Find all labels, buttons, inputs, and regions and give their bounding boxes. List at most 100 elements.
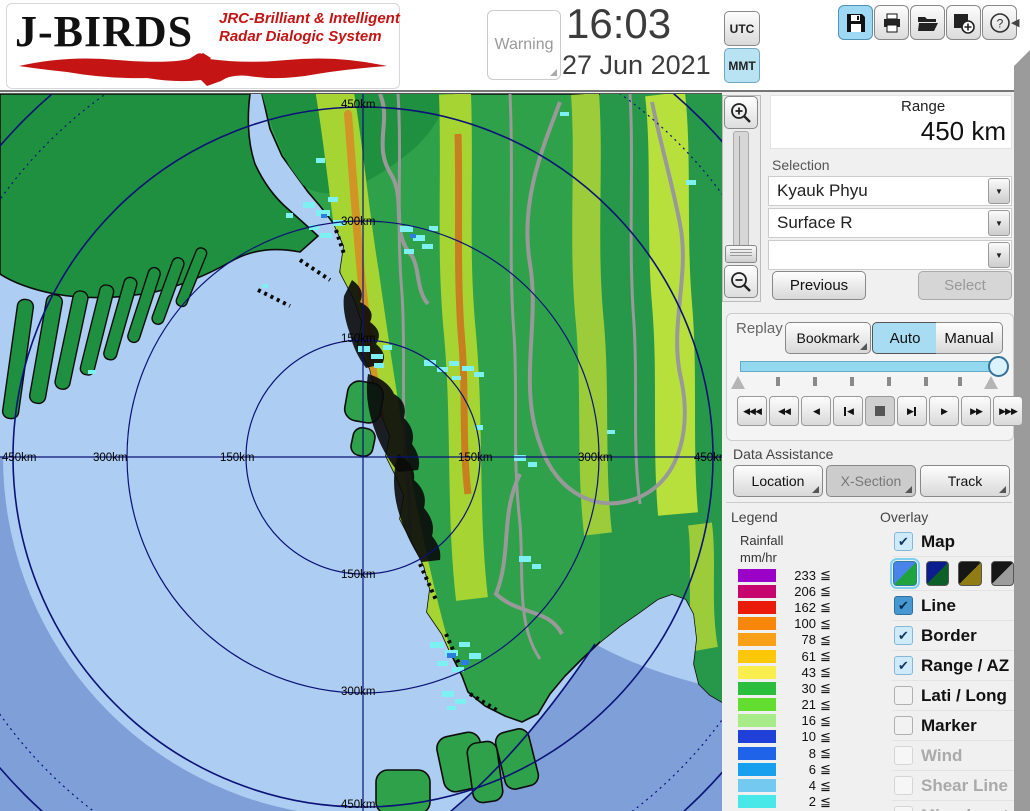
track-button[interactable]: Track bbox=[920, 465, 1010, 497]
overlay-row-map[interactable]: ✔Map bbox=[892, 527, 1014, 557]
svg-text:150km: 150km bbox=[220, 452, 255, 464]
legend-value: 6 bbox=[782, 762, 816, 777]
option-dropdown[interactable]: ▼ bbox=[768, 240, 1012, 270]
zoom-in-button[interactable] bbox=[724, 96, 758, 129]
checkbox-icon[interactable] bbox=[894, 776, 913, 795]
svg-text:300km: 300km bbox=[341, 216, 376, 228]
zoom-slider-thumb[interactable] bbox=[725, 245, 757, 263]
fast-rewind-button[interactable]: ◀◀◀ bbox=[737, 396, 767, 426]
logo-title: J-BIRDS bbox=[15, 6, 193, 57]
import-image-button[interactable] bbox=[946, 5, 981, 40]
legend-color-swatch bbox=[738, 763, 776, 776]
section-divider bbox=[726, 502, 1012, 503]
chevron-down-icon[interactable]: ▼ bbox=[988, 178, 1010, 204]
overlay-row-range-az[interactable]: ✔Range / AZ bbox=[892, 651, 1014, 681]
jbirds-application-window: J-BIRDS JRC-Brilliant & Intelligent Rada… bbox=[0, 0, 1030, 811]
zoom-out-button[interactable] bbox=[724, 265, 758, 298]
warning-button[interactable]: Warning bbox=[487, 10, 561, 80]
bookmark-label: Bookmark bbox=[796, 330, 859, 346]
rainfall-legend: 233≦206≦162≦100≦78≦61≦43≦30≦21≦16≦10≦8≦6… bbox=[738, 567, 838, 811]
map-style-blue-green[interactable] bbox=[893, 561, 917, 586]
fast-forward-button[interactable]: ▶▶ bbox=[961, 396, 991, 426]
checkbox-icon[interactable]: ✔ bbox=[894, 596, 913, 615]
x-section-button[interactable]: X-Section bbox=[826, 465, 916, 497]
rewind-icon: ◀◀ bbox=[778, 406, 790, 417]
step-forward-button[interactable]: ▶ bbox=[897, 396, 927, 426]
overlay-row-lati-long[interactable]: Lati / Long bbox=[892, 681, 1014, 711]
import-image-icon bbox=[953, 12, 975, 34]
legend-value: 4 bbox=[782, 778, 816, 793]
print-button[interactable] bbox=[874, 5, 909, 40]
checkbox-icon[interactable] bbox=[894, 806, 913, 811]
slider-start-marker bbox=[731, 376, 745, 389]
overlay-row-line[interactable]: ✔ Line bbox=[892, 591, 1014, 621]
slider-end-marker bbox=[984, 376, 998, 389]
legend-color-swatch bbox=[738, 666, 776, 679]
play-backward-button[interactable]: ◀ bbox=[801, 396, 831, 426]
less-equal-icon: ≦ bbox=[820, 794, 831, 810]
step-backward-button[interactable]: ◀ bbox=[833, 396, 863, 426]
checkbox-icon[interactable]: ✔ bbox=[894, 656, 913, 675]
less-equal-icon: ≦ bbox=[820, 778, 831, 794]
legend-color-swatch bbox=[738, 585, 776, 598]
overlay-item-label: Line bbox=[921, 596, 956, 616]
overlay-item-label: Lati / Long bbox=[921, 686, 1007, 706]
radar-map-display[interactable]: 450km 300km 150km 150km 300km 450km 450k… bbox=[0, 93, 722, 811]
select-label: Select bbox=[944, 277, 986, 294]
slider-tick bbox=[924, 377, 928, 386]
map-style-black-olive[interactable] bbox=[958, 561, 982, 586]
location-button[interactable]: Location bbox=[733, 465, 823, 497]
legend-row: 78≦ bbox=[738, 632, 838, 648]
less-equal-icon: ≦ bbox=[820, 616, 831, 632]
panel-collapse-arrow-icon[interactable]: ◀ bbox=[1011, 16, 1019, 29]
fastest-forward-button[interactable]: ▶▶▶ bbox=[993, 396, 1023, 426]
save-icon bbox=[846, 13, 866, 33]
clock-date: 27 Jun 2021 bbox=[562, 50, 732, 81]
svg-text:450km: 450km bbox=[694, 452, 722, 464]
legend-row: 21≦ bbox=[738, 697, 838, 713]
overlay-row-border[interactable]: ✔Border bbox=[892, 621, 1014, 651]
svg-text:450km: 450km bbox=[341, 799, 376, 811]
chevron-down-icon[interactable]: ▼ bbox=[988, 210, 1010, 236]
checkbox-icon[interactable] bbox=[894, 746, 913, 765]
play-forward-button[interactable]: ▶ bbox=[929, 396, 959, 426]
svg-text:450km: 450km bbox=[341, 99, 376, 111]
legend-row: 16≦ bbox=[738, 713, 838, 729]
mmt-button[interactable]: MMT bbox=[724, 48, 760, 83]
open-folder-button[interactable] bbox=[910, 5, 945, 40]
checkbox-icon[interactable]: ✔ bbox=[894, 532, 913, 551]
overlay-row-shear-line[interactable]: Shear Line bbox=[892, 771, 1014, 801]
overlay-row-microburst[interactable]: Microburst bbox=[892, 801, 1014, 811]
replay-slider-handle[interactable] bbox=[988, 356, 1009, 377]
data-assistance-label: Data Assistance bbox=[733, 446, 833, 462]
map-style-navy-darkgreen[interactable] bbox=[926, 561, 950, 586]
legend-row: 100≦ bbox=[738, 616, 838, 632]
overlay-row-wind[interactable]: Wind bbox=[892, 741, 1014, 771]
zoom-slider-track[interactable] bbox=[733, 131, 749, 259]
legend-row: 43≦ bbox=[738, 664, 838, 680]
product-dropdown[interactable]: Surface R ▼ bbox=[768, 208, 1012, 238]
station-dropdown[interactable]: Kyauk Phyu ▼ bbox=[768, 176, 1012, 206]
replay-slider-track[interactable] bbox=[740, 361, 1000, 372]
chevron-down-icon[interactable]: ▼ bbox=[988, 242, 1010, 268]
window-edge-strip bbox=[1014, 50, 1030, 811]
save-button[interactable] bbox=[838, 5, 873, 40]
utc-button[interactable]: UTC bbox=[724, 11, 760, 46]
bookmark-button[interactable]: Bookmark bbox=[785, 322, 871, 354]
checkbox-icon[interactable] bbox=[894, 716, 913, 735]
map-style-black-gray[interactable] bbox=[991, 561, 1015, 586]
previous-button[interactable]: Previous bbox=[772, 271, 866, 300]
legend-color-swatch bbox=[738, 633, 776, 646]
stop-button[interactable] bbox=[865, 396, 895, 426]
checkbox-icon[interactable]: ✔ bbox=[894, 626, 913, 645]
manual-mode-button[interactable]: Manual bbox=[936, 322, 1003, 354]
utc-label: UTC bbox=[730, 22, 755, 36]
auto-mode-button[interactable]: Auto bbox=[872, 322, 938, 354]
checkbox-icon[interactable] bbox=[894, 686, 913, 705]
svg-text:300km: 300km bbox=[93, 452, 128, 464]
select-button[interactable]: Select bbox=[918, 271, 1012, 300]
overlay-row-marker[interactable]: Marker bbox=[892, 711, 1014, 741]
svg-text:150km: 150km bbox=[341, 569, 376, 581]
station-title-box: Myanmar DMH bbox=[766, 48, 1012, 88]
rewind-button[interactable]: ◀◀ bbox=[769, 396, 799, 426]
